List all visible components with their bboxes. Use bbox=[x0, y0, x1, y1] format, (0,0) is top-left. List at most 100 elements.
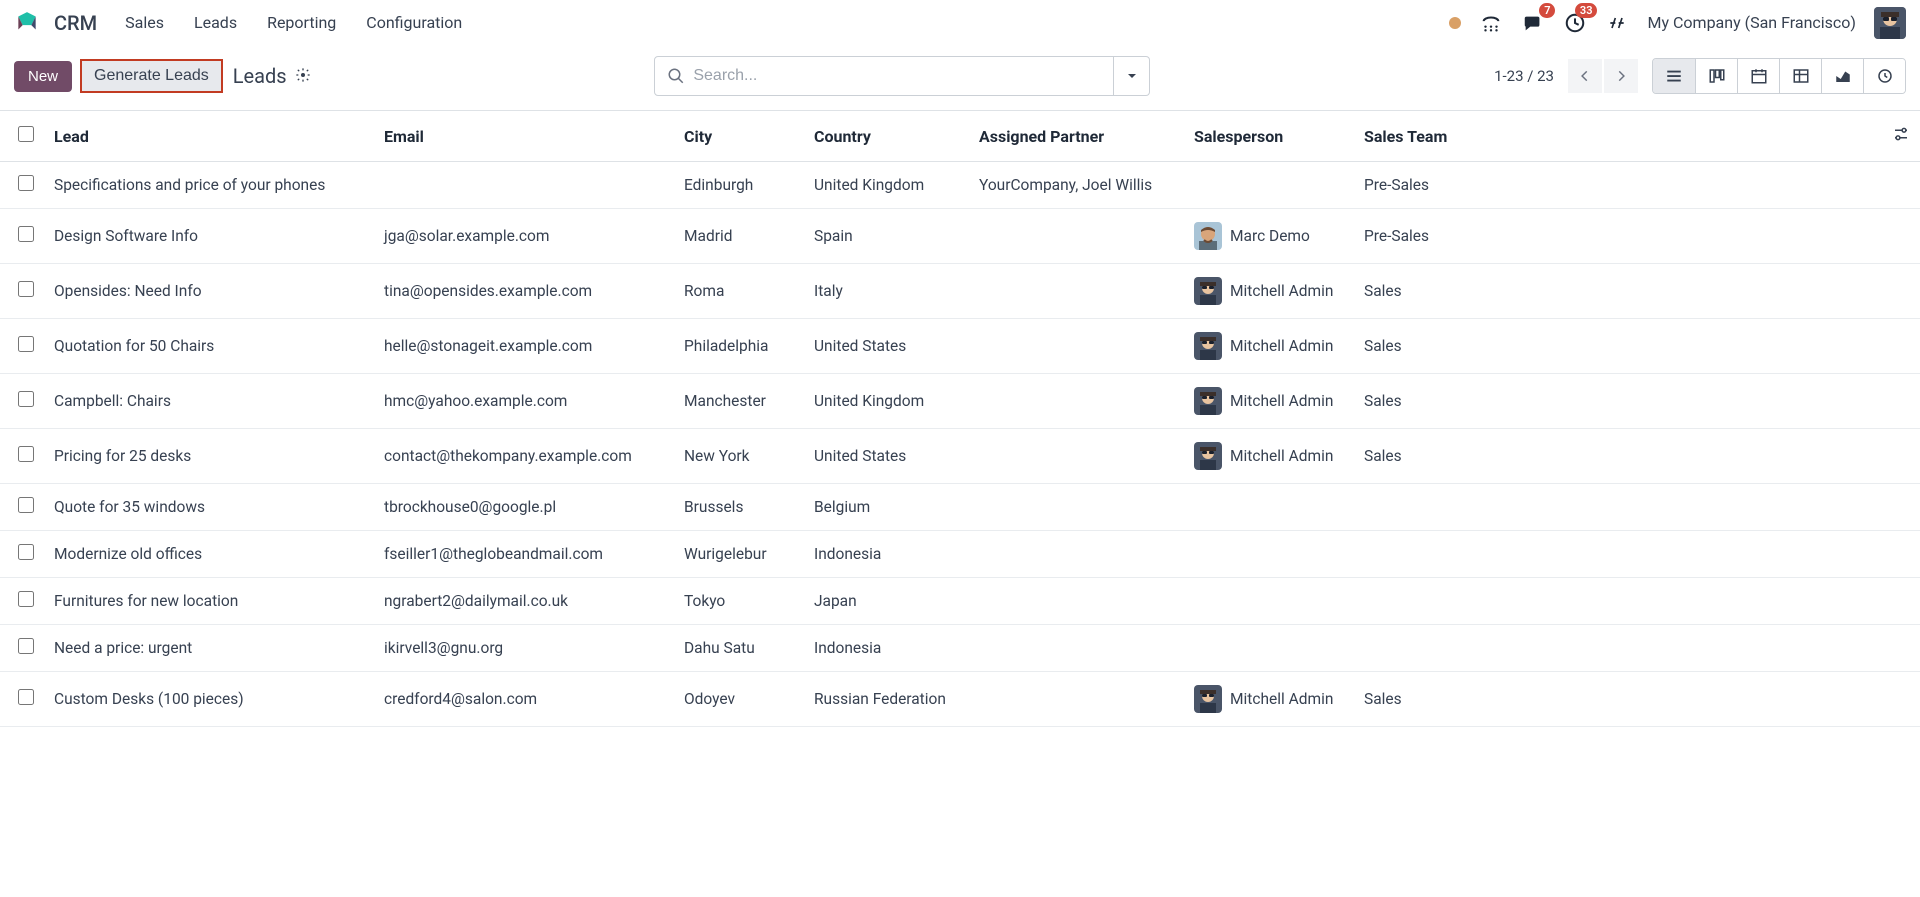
row-checkbox[interactable] bbox=[18, 281, 34, 297]
salesperson-avatar bbox=[1194, 685, 1222, 713]
new-button[interactable]: New bbox=[14, 61, 72, 92]
cell-email: contact@thekompany.example.com bbox=[374, 429, 674, 484]
cell-partner bbox=[969, 319, 1184, 374]
gear-icon[interactable] bbox=[295, 64, 311, 88]
search-icon bbox=[667, 67, 685, 85]
messages-icon[interactable]: 7 bbox=[1521, 11, 1545, 35]
row-checkbox[interactable] bbox=[18, 638, 34, 654]
cell-partner bbox=[969, 625, 1184, 672]
debug-icon[interactable] bbox=[1605, 11, 1629, 35]
cell-partner bbox=[969, 578, 1184, 625]
cell-lead: Opensides: Need Info bbox=[44, 264, 374, 319]
select-all-checkbox[interactable] bbox=[18, 126, 34, 142]
activities-icon[interactable]: 33 bbox=[1563, 11, 1587, 35]
pager-text[interactable]: 1-23 / 23 bbox=[1494, 67, 1554, 85]
cell-city: Edinburgh bbox=[674, 162, 804, 209]
col-email[interactable]: Email bbox=[374, 111, 674, 162]
row-checkbox[interactable] bbox=[18, 497, 34, 513]
pager-next-button[interactable] bbox=[1604, 59, 1638, 93]
view-pivot-button[interactable] bbox=[1779, 59, 1821, 93]
table-row[interactable]: Campbell: Chairshmc@yahoo.example.comMan… bbox=[0, 374, 1920, 429]
table-row[interactable]: Modernize old officesfseiller1@theglobea… bbox=[0, 531, 1920, 578]
cell-country: Belgium bbox=[804, 484, 969, 531]
view-calendar-button[interactable] bbox=[1737, 59, 1779, 93]
row-trailing bbox=[1880, 374, 1920, 429]
app-logo-icon[interactable] bbox=[14, 10, 40, 36]
col-partner[interactable]: Assigned Partner bbox=[969, 111, 1184, 162]
table-row[interactable]: Specifications and price of your phonesE… bbox=[0, 162, 1920, 209]
generate-leads-button[interactable]: Generate Leads bbox=[80, 59, 223, 93]
cell-partner bbox=[969, 429, 1184, 484]
pager-prev-button[interactable] bbox=[1568, 59, 1602, 93]
tray-icon[interactable] bbox=[1479, 11, 1503, 35]
menu-sales[interactable]: Sales bbox=[117, 9, 172, 36]
table-row[interactable]: Quote for 35 windowstbrockhouse0@google.… bbox=[0, 484, 1920, 531]
messages-badge: 7 bbox=[1539, 3, 1555, 18]
cell-email: credford4@salon.com bbox=[374, 672, 674, 727]
row-checkbox[interactable] bbox=[18, 336, 34, 352]
view-kanban-button[interactable] bbox=[1695, 59, 1737, 93]
table-row[interactable]: Opensides: Need Infotina@opensides.examp… bbox=[0, 264, 1920, 319]
cell-city: Roma bbox=[674, 264, 804, 319]
cell-partner bbox=[969, 672, 1184, 727]
row-trailing bbox=[1880, 319, 1920, 374]
company-switcher[interactable]: My Company (San Francisco) bbox=[1647, 13, 1856, 32]
table-row[interactable]: Custom Desks (100 pieces)credford4@salon… bbox=[0, 672, 1920, 727]
view-activity-button[interactable] bbox=[1863, 59, 1905, 93]
cell-salesperson bbox=[1184, 531, 1354, 578]
row-checkbox[interactable] bbox=[18, 591, 34, 607]
salesperson-avatar bbox=[1194, 442, 1222, 470]
cell-salesperson bbox=[1184, 484, 1354, 531]
view-list-button[interactable] bbox=[1653, 59, 1695, 93]
row-checkbox[interactable] bbox=[18, 175, 34, 191]
row-trailing bbox=[1880, 625, 1920, 672]
col-city[interactable]: City bbox=[674, 111, 804, 162]
row-checkbox[interactable] bbox=[18, 391, 34, 407]
user-avatar[interactable] bbox=[1874, 7, 1906, 39]
search-input[interactable] bbox=[693, 67, 1101, 85]
row-checkbox[interactable] bbox=[18, 226, 34, 242]
cell-team: Sales bbox=[1354, 672, 1880, 727]
salesperson-name: Mitchell Admin bbox=[1230, 690, 1333, 708]
search-dropdown-toggle[interactable] bbox=[1114, 56, 1150, 96]
table-row[interactable]: Design Software Infojga@solar.example.co… bbox=[0, 209, 1920, 264]
view-graph-button[interactable] bbox=[1821, 59, 1863, 93]
cell-lead: Quotation for 50 Chairs bbox=[44, 319, 374, 374]
table-row[interactable]: Quotation for 50 Chairshelle@stonageit.e… bbox=[0, 319, 1920, 374]
cell-team bbox=[1354, 484, 1880, 531]
table-wrap[interactable]: Lead Email City Country Assigned Partner… bbox=[0, 110, 1920, 891]
cell-country: United Kingdom bbox=[804, 162, 969, 209]
cell-partner: YourCompany, Joel Willis bbox=[969, 162, 1184, 209]
row-checkbox[interactable] bbox=[18, 689, 34, 705]
app-name[interactable]: CRM bbox=[54, 11, 97, 35]
menu-reporting[interactable]: Reporting bbox=[259, 9, 344, 36]
search-input-wrap[interactable] bbox=[654, 56, 1114, 96]
table-row[interactable]: Need a price: urgentikirvell3@gnu.orgDah… bbox=[0, 625, 1920, 672]
cell-country: United States bbox=[804, 319, 969, 374]
table-row[interactable]: Pricing for 25 deskscontact@thekompany.e… bbox=[0, 429, 1920, 484]
cell-partner bbox=[969, 374, 1184, 429]
col-country[interactable]: Country bbox=[804, 111, 969, 162]
row-trailing bbox=[1880, 484, 1920, 531]
col-sales-team[interactable]: Sales Team bbox=[1354, 111, 1880, 162]
col-lead[interactable]: Lead bbox=[44, 111, 374, 162]
cell-team: Pre-Sales bbox=[1354, 209, 1880, 264]
menu-leads[interactable]: Leads bbox=[186, 9, 245, 36]
cell-email: fseiller1@theglobeandmail.com bbox=[374, 531, 674, 578]
cell-team bbox=[1354, 625, 1880, 672]
optional-columns-button[interactable] bbox=[1880, 111, 1920, 162]
menu-configuration[interactable]: Configuration bbox=[358, 9, 470, 36]
cell-lead: Furnitures for new location bbox=[44, 578, 374, 625]
cell-city: Philadelphia bbox=[674, 319, 804, 374]
cell-country: Italy bbox=[804, 264, 969, 319]
row-checkbox[interactable] bbox=[18, 446, 34, 462]
row-trailing bbox=[1880, 672, 1920, 727]
cell-partner bbox=[969, 531, 1184, 578]
leads-table: Lead Email City Country Assigned Partner… bbox=[0, 111, 1920, 727]
cell-salesperson: Mitchell Admin bbox=[1184, 264, 1354, 319]
cell-country: Spain bbox=[804, 209, 969, 264]
cell-team: Sales bbox=[1354, 374, 1880, 429]
table-row[interactable]: Furnitures for new locationngrabert2@dai… bbox=[0, 578, 1920, 625]
row-checkbox[interactable] bbox=[18, 544, 34, 560]
col-salesperson[interactable]: Salesperson bbox=[1184, 111, 1354, 162]
